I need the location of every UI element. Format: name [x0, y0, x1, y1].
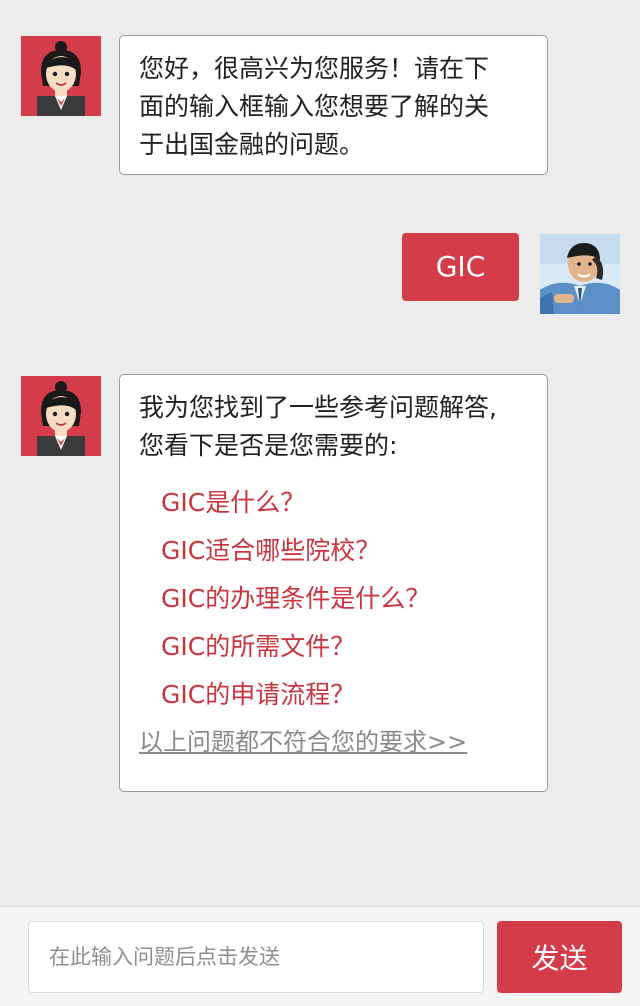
message-line: 您看下是否是您需要的: — [139, 431, 398, 460]
suggested-questions-list: GIC是什么？ GIC适合哪些院校？ GIC的办理条件是什么？ GIC的所需文件… — [161, 479, 543, 719]
suggested-question-link[interactable]: GIC的所需文件？ — [161, 623, 543, 671]
message-line: 您好，很高兴为您服务！请在下 — [139, 54, 490, 83]
question-input[interactable] — [28, 921, 484, 993]
message-line: 我为您找到了一些参考问题解答, — [139, 393, 497, 422]
bot-message: 您好，很高兴为您服务！请在下 面的输入框输入您想要了解的关 于出国金融的问题。 — [0, 35, 640, 176]
user-message: GIC — [0, 233, 640, 315]
input-bar: 发送 — [0, 906, 640, 1006]
suggested-question-link[interactable]: GIC的申请流程？ — [161, 671, 543, 719]
suggested-question-link[interactable]: GIC是什么？ — [161, 479, 543, 527]
bot-message: 我为您找到了一些参考问题解答, 您看下是否是您需要的: GIC是什么？ GIC适… — [0, 374, 640, 793]
assistant-avatar-icon — [21, 376, 101, 456]
assistant-avatar-icon — [21, 36, 101, 116]
user-avatar-icon — [540, 234, 620, 314]
suggested-question-link[interactable]: GIC适合哪些院校？ — [161, 527, 543, 575]
send-button[interactable]: 发送 — [497, 921, 622, 993]
bot-message-bubble: 您好，很高兴为您服务！请在下 面的输入框输入您想要了解的关 于出国金融的问题。 — [119, 35, 548, 175]
message-line: 于出国金融的问题。 — [139, 130, 365, 159]
bot-message-bubble: 我为您找到了一些参考问题解答, 您看下是否是您需要的: GIC是什么？ GIC适… — [119, 374, 548, 792]
message-line: 面的输入框输入您想要了解的关 — [139, 92, 490, 121]
suggested-question-link[interactable]: GIC的办理条件是什么？ — [161, 575, 543, 623]
none-match-link[interactable]: 以上问题都不符合您的要求>> — [139, 723, 467, 761]
chat-area: 您好，很高兴为您服务！请在下 面的输入框输入您想要了解的关 于出国金融的问题。 … — [0, 0, 640, 906]
user-message-bubble: GIC — [402, 233, 519, 301]
